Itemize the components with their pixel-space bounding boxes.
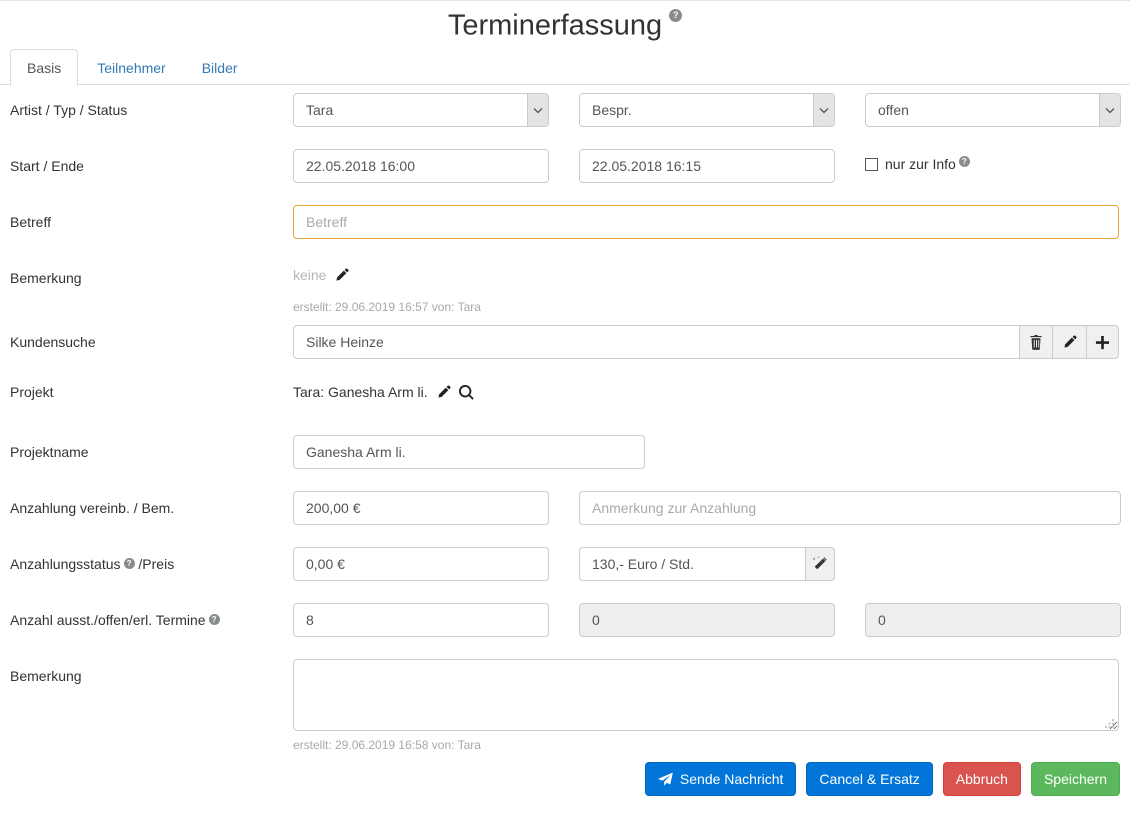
label-start-ende: Start / Ende [10,158,84,174]
projekt-value: Tara: Ganesha Arm li. [293,384,428,400]
kundensuche-input[interactable] [293,325,1019,359]
anzahlung-note-input[interactable] [579,491,1121,525]
artist-select-wrap: Tara [293,93,549,127]
bemerkung-inline-value-wrap: keine [293,261,1130,285]
termine-erledigt-input [865,603,1121,637]
pencil-icon[interactable] [1052,325,1086,359]
info-only-label: nur zur Info [885,156,956,172]
paper-plane-icon [657,772,673,787]
help-circle-icon[interactable]: ? [958,155,970,167]
termine-ausstehend-input[interactable] [293,603,549,637]
row-betreff: Betreff [0,205,1130,239]
label-anzahlung: Anzahlung vereinb. / Bem. [10,500,175,516]
bemerkung-inline-value: keine [293,267,327,283]
abort-button[interactable]: Abbruch [942,762,1021,796]
typ-select-wrap: Bespr. [579,93,835,127]
info-only-checkbox[interactable] [865,157,878,171]
save-label: Speichern [1043,771,1107,787]
send-message-label: Sende Nachricht [679,771,784,787]
projekt-value-wrap: Tara: Ganesha Arm li. [293,375,474,402]
label-bemerkung-inline: Bemerkung [10,270,82,286]
bemerkung-textarea-wrap [293,659,1119,731]
search-icon[interactable] [458,384,474,400]
row-anzahlung: Anzahlung vereinb. / Bem. [0,491,1130,525]
row-projekt: Projekt Tara: Ganesha Arm li. [0,375,1130,409]
abort-label: Abbruch [955,771,1008,787]
plus-icon[interactable] [1085,325,1120,359]
status-select-wrap: offen [865,93,1121,127]
termine-offen-input [579,603,835,637]
typ-select[interactable]: Bespr. [579,93,835,127]
end-datetime-input[interactable] [579,149,835,183]
label-projekt: Projekt [10,384,54,400]
artist-select[interactable]: Tara [293,93,549,127]
anzahlungsstatus-input[interactable] [293,547,549,581]
start-datetime-input[interactable] [293,149,549,183]
help-circle-icon[interactable]: ? [208,614,220,625]
betreff-input[interactable] [293,205,1119,239]
kundensuche-input-group [293,325,1120,359]
anzahlung-amount-input[interactable] [293,491,549,525]
label-betreff: Betreff [10,214,51,230]
page-header: Terminerfassung? [0,1,1130,48]
label-anzahlungsstatus: Anzahlungsstatus? /Preis [0,547,293,573]
form-footer: Sende Nachricht Cancel & Ersatz Abbruch … [0,753,1130,796]
cancel-and-replace-label: Cancel & Ersatz [819,771,920,787]
page-title: Terminerfassung? [0,7,1130,42]
label-termine-text: Anzahl ausst./offen/erl. Termine [10,612,206,628]
label-preis-text: /Preis [138,556,175,572]
page-title-text: Terminerfassung [447,9,663,42]
magic-wand-icon[interactable] [805,547,835,581]
status-select[interactable]: offen [865,93,1121,127]
row-termine: Anzahl ausst./offen/erl. Termine? [0,603,1130,637]
help-circle-icon[interactable]: ? [669,9,683,23]
save-button[interactable]: Speichern [1030,762,1120,796]
preis-input-group [579,547,835,581]
form-body: Artist / Typ / Status Tara Bespr. offen … [0,85,1130,796]
label-kundensuche: Kundensuche [10,334,96,350]
label-projektname: Projektname [10,444,89,460]
label-artist-typ-status: Artist / Typ / Status [10,102,128,118]
preis-input[interactable] [579,547,806,581]
label-bemerkung-textarea: Bemerkung [10,668,82,684]
tab-bar: Basis Teilnehmer Bilder [0,48,1130,86]
row-projektname: Projektname [0,435,1130,469]
tab-bilder[interactable]: Bilder [185,49,255,86]
send-message-button[interactable]: Sende Nachricht [644,762,797,796]
bemerkung-textarea-meta: erstellt: 29.06.2019 16:58 von: Tara [293,738,481,752]
row-anzahlungsstatus: Anzahlungsstatus? /Preis [0,547,1130,581]
help-circle-icon[interactable]: ? [123,558,135,569]
label-termine: Anzahl ausst./offen/erl. Termine? [0,603,293,629]
bemerkung-textarea[interactable] [293,659,1119,731]
info-only-checkbox-row: nur zur Info ? [865,149,1121,172]
row-kundensuche: Kundensuche [0,325,1130,359]
label-anzahlungsstatus-text: Anzahlungsstatus [10,556,121,572]
pencil-icon[interactable] [436,385,451,400]
trash-icon[interactable] [1018,325,1053,359]
pencil-icon[interactable] [334,268,349,283]
bemerkung-inline-meta: erstellt: 29.06.2019 16:57 von: Tara [293,300,481,314]
row-start-ende: Start / Ende nur zur Info ? [0,149,1130,183]
cancel-and-replace-button[interactable]: Cancel & Ersatz [806,762,933,796]
tab-teilnehmer[interactable]: Teilnehmer [80,49,182,86]
row-artist-typ-status: Artist / Typ / Status Tara Bespr. offen [0,93,1130,127]
terminerfassung-page: Terminerfassung? Basis Teilnehmer Bilder A… [0,0,1130,814]
row-bemerkung-inline: Bemerkung keine erstellt: 29.06.2019 16:… [0,261,1130,315]
row-bemerkung-textarea: Bemerkung erstellt: 29.06.2019 16:58 von… [0,659,1130,753]
projektname-input[interactable] [293,435,645,469]
tab-basis[interactable]: Basis [10,49,79,86]
